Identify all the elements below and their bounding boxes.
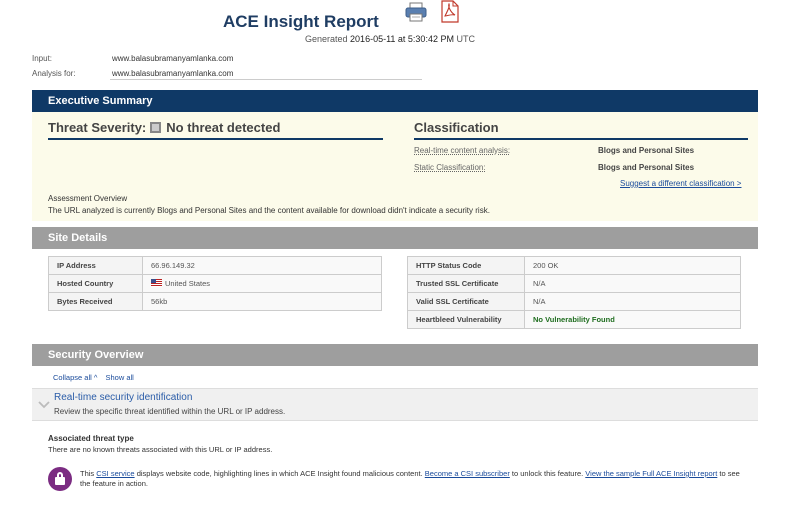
analysis-row: Analysis for: www.balasubramanyamlanka.c… [32,69,233,78]
detail-key: Trusted SSL Certificate [407,274,525,293]
associated-threat-text: There are no known threats associated wi… [48,445,273,454]
table-row: Trusted SSL Certificate N/A [407,274,741,293]
csi-text-part: displays website code, highlighting line… [134,469,425,478]
site-details-left-table: IP Address 66.96.149.32 Hosted Country U… [48,256,382,311]
view-sample-report-link[interactable]: View the sample Full ACE Insight report [585,469,717,478]
detail-value: No Vulnerability Found [524,310,741,329]
input-label: Input: [32,54,53,63]
realtime-subtitle: Review the specific threat identified wi… [54,407,286,416]
classification-label: Real-time content analysis: [414,146,511,155]
csi-text-part: This [80,469,97,478]
csi-text-part: to unlock this feature. [509,469,586,478]
site-details-right-table: HTTP Status Code 200 OK Trusted SSL Cert… [407,256,741,329]
detail-key: HTTP Status Code [407,256,525,275]
table-row: Hosted Country United States [48,274,382,293]
realtime-title[interactable]: Real-time security identification [54,392,192,403]
generated-date: 2016-05-11 at 5:30:42 PM [350,34,454,44]
classification-title: Classification [414,120,499,135]
report-header: ACE Insight Report Generated 2016-05-11 … [0,0,800,48]
lock-icon [48,467,72,491]
table-row: IP Address 66.96.149.32 [48,256,382,275]
table-row: HTTP Status Code 200 OK [407,256,741,275]
threat-severity-label: Threat Severity: [48,120,147,135]
table-row: Bytes Received 56kb [48,292,382,311]
security-overview-bar: Security Overview [32,344,758,366]
realtime-security-section[interactable]: Real-time security identification Review… [32,388,758,421]
input-value: www.balasubramanyamlanka.com [112,54,234,63]
executive-summary-body: Threat Severity: No threat detected Class… [32,112,758,221]
csi-notice: This CSI service displays website code, … [80,469,750,489]
threat-severity-value: No threat detected [166,120,281,135]
detail-key: Hosted Country [48,274,143,293]
classification-row: Static Classification: Blogs and Persona… [414,163,744,172]
site-details-bar: Site Details [32,227,758,249]
csi-service-link[interactable]: CSI service [96,469,134,478]
detail-value: N/A [524,274,741,293]
table-row: Valid SSL Certificate N/A [407,292,741,311]
assessment-title: Assessment Overview [48,194,128,203]
collapse-controls: Collapse all ^ Show all [53,373,140,382]
detail-key: Bytes Received [48,292,143,311]
classification-underline [414,138,748,140]
us-flag-icon [151,279,162,287]
detail-value: United States [142,274,382,293]
detail-value: 56kb [142,292,382,311]
detail-value-text: United States [165,279,211,288]
become-subscriber-link[interactable]: Become a CSI subscriber [425,469,510,478]
detail-value: 66.96.149.32 [142,256,382,275]
assessment-text: The URL analyzed is currently Blogs and … [48,206,490,215]
collapse-all-link[interactable]: Collapse all ^ [53,373,97,382]
detail-key: Valid SSL Certificate [407,292,525,311]
detail-value: N/A [524,292,741,311]
pdf-icon[interactable] [440,0,460,23]
detail-key: IP Address [48,256,143,275]
input-row: Input: www.balasubramanyamlanka.com [32,54,233,63]
associated-threat-title: Associated threat type [48,434,134,443]
input-divider [110,79,422,80]
classification-value: Blogs and Personal Sites [598,163,695,172]
analysis-label: Analysis for: [32,69,76,78]
classification-value: Blogs and Personal Sites [598,146,695,155]
suggest-classification-link[interactable]: Suggest a different classification > [620,179,741,188]
lock-body [55,477,65,485]
detail-key: Heartbleed Vulnerability [407,310,525,329]
table-row: Heartbleed Vulnerability No Vulnerabilit… [407,310,741,329]
report-title: ACE Insight Report [223,12,379,31]
detail-value: 200 OK [524,256,741,275]
threat-level-icon [150,122,162,133]
classification-row: Real-time content analysis: Blogs and Pe… [414,146,744,155]
executive-summary-bar: Executive Summary [32,90,758,112]
generated-timestamp: Generated 2016-05-11 at 5:30:42 PM UTC [305,34,475,44]
threat-underline [48,138,383,140]
classification-label: Static Classification: [414,163,486,172]
generated-timezone: UTC [456,34,475,44]
show-all-link[interactable]: Show all [105,373,133,382]
analysis-value: www.balasubramanyamlanka.com [112,69,234,78]
threat-severity: Threat Severity: No threat detected [48,120,280,135]
chevron-down-icon[interactable] [38,399,50,411]
generated-prefix: Generated [305,34,348,44]
printer-icon[interactable] [405,2,427,22]
